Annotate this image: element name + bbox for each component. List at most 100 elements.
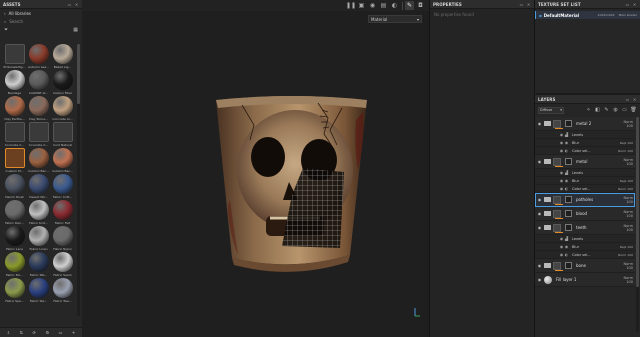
opacity-value[interactable]: 100 <box>626 124 633 128</box>
effect-blend[interactable]: Norm 100 <box>618 187 633 191</box>
mask-thumbnail[interactable] <box>565 224 572 231</box>
effect-row[interactable]: ◉ ◉ Blur Repl 100 <box>535 177 635 185</box>
channel-select[interactable]: Diffuse ▾ <box>538 106 564 114</box>
asset-item[interactable]: Fabric Spa... <box>3 278 26 304</box>
asset-item[interactable]: Fabric Felt <box>51 200 74 226</box>
visibility-eye-icon[interactable]: ◉ <box>537 121 542 126</box>
viewport[interactable]: ❚❚ ▣ ◉ ▤ ◐ ✎ ◘ Material ▾ <box>82 0 429 337</box>
mask-thumbnail[interactable] <box>565 158 572 165</box>
asset-item[interactable]: Fabric Nylon <box>51 226 74 252</box>
add-effect-icon[interactable]: ✧ <box>585 107 592 114</box>
close-icon[interactable]: ✕ <box>632 97 637 102</box>
layer-blend-opacity[interactable]: Norm 100 <box>623 224 633 232</box>
asset-item[interactable]: Fabric Twe... <box>51 278 74 304</box>
close-icon[interactable]: ✕ <box>74 2 79 7</box>
layer-blend-opacity[interactable]: Norm 100 <box>623 158 633 166</box>
folder-icon[interactable] <box>544 211 551 216</box>
visibility-eye-icon[interactable]: ◉ <box>537 211 542 216</box>
maximize-icon[interactable]: ▭ <box>519 2 524 7</box>
asset-item[interactable]: Fabric Tex... <box>27 278 50 304</box>
layers-scrollbar-thumb[interactable] <box>636 117 639 287</box>
asset-item[interactable]: Concrete C... <box>27 122 50 148</box>
asset-item[interactable]: Fabric Knit... <box>27 200 50 226</box>
effect-blend[interactable]: Norm 100 <box>618 253 633 257</box>
maximize-icon[interactable]: ▭ <box>625 97 630 102</box>
search-input[interactable]: ⌕ Search <box>4 18 78 25</box>
folder-icon[interactable] <box>544 197 551 202</box>
asset-item[interactable]: Custom Bac... <box>51 148 74 174</box>
mask-thumbnail[interactable] <box>565 210 572 217</box>
add-fill-layer-icon[interactable]: ◍ <box>612 107 619 114</box>
folder-layer-row[interactable]: ◉ metal 2 Norm 100 <box>535 117 635 131</box>
assets-scrollbar-thumb[interactable] <box>77 44 80 104</box>
effect-row[interactable]: ◉ ▟ Levels <box>535 169 635 177</box>
refresh-icon[interactable]: ⟳ <box>33 330 36 335</box>
effect-row[interactable]: ◉ ◉ Blur Repl 100 <box>535 139 635 147</box>
folder-icon[interactable] <box>544 159 551 164</box>
effect-blend[interactable]: Repl 100 <box>620 245 633 249</box>
asset-item[interactable]: Custom Bac... <box>27 148 50 174</box>
effect-row[interactable]: ◉ ▟ Levels <box>535 235 635 243</box>
effect-row[interactable]: ◉ ◉ Blur Repl 100 <box>535 243 635 251</box>
asset-item[interactable]: Fabric Lace <box>3 226 26 252</box>
effect-blend[interactable]: Repl 100 <box>620 141 633 145</box>
asset-item[interactable]: Fabric Seam <box>51 252 74 278</box>
folder-icon[interactable]: ▭ <box>59 330 63 335</box>
texture-set-resolution[interactable]: 1024x1024 <box>598 13 615 17</box>
asset-item[interactable]: Bandage <box>3 70 26 96</box>
opacity-value[interactable]: 100 <box>626 266 633 270</box>
asset-item[interactable]: Baked Lig... <box>51 44 74 70</box>
layer-blend-opacity[interactable]: Norm 100 <box>623 120 633 128</box>
visibility-eye-icon[interactable]: ◉ <box>537 277 542 282</box>
maximize-icon[interactable]: ▭ <box>67 2 72 7</box>
skull-bucket-model[interactable] <box>82 0 429 337</box>
mask-thumbnail[interactable] <box>565 262 572 269</box>
mask-thumbnail[interactable] <box>565 196 572 203</box>
asset-item[interactable]: Fabric Pol... <box>3 252 26 278</box>
asset-item[interactable]: Clay Earthe... <box>3 96 26 122</box>
effect-blend[interactable]: Repl 100 <box>620 179 633 183</box>
delete-layer-icon[interactable]: 🗑 <box>630 107 637 114</box>
asset-item[interactable]: Carbon Fiber <box>51 70 74 96</box>
effect-row[interactable]: ◉ ◐ Color sel... Norm 100 <box>535 185 635 193</box>
layers-scrollbar[interactable] <box>636 117 639 332</box>
effect-blend[interactable]: Norm 100 <box>618 149 633 153</box>
add-icon[interactable]: + <box>72 330 75 335</box>
asset-item[interactable]: CAGMRT st... <box>27 70 50 96</box>
effect-row[interactable]: ◉ ▟ Levels <box>535 131 635 139</box>
asset-item[interactable]: Desert Wil... <box>27 174 50 200</box>
asset-item[interactable]: Custom M... <box>3 148 26 174</box>
asset-item[interactable]: Denim Rivet <box>3 174 26 200</box>
maximize-icon[interactable]: ▭ <box>625 2 630 7</box>
folder-layer-row[interactable]: ◉ metal Norm 100 <box>535 155 635 169</box>
opacity-value[interactable]: 100 <box>626 214 633 218</box>
asset-item[interactable]: Fabric Linen <box>27 226 50 252</box>
layer-blend-opacity[interactable]: Norm 100 <box>623 210 633 218</box>
library-breadcrumb[interactable]: ‹ All libraries <box>0 9 82 18</box>
texture-set-shader[interactable]: Main shader <box>619 13 637 17</box>
assets-scrollbar[interactable] <box>77 44 80 316</box>
layer-blend-opacity[interactable]: Norm 100 <box>623 196 633 204</box>
asset-item[interactable]: Concrete C... <box>3 122 26 148</box>
opacity-value[interactable]: 100 <box>626 280 633 284</box>
effect-row[interactable]: ◉ ◐ Color sel... Norm 100 <box>535 147 635 155</box>
asset-item[interactable]: Fabric Den... <box>3 200 26 226</box>
checkbox-icon[interactable]: ▪ <box>539 13 542 18</box>
sort-icon[interactable]: ⇅ <box>20 330 23 335</box>
asset-item[interactable]: Fabric Cott... <box>51 174 74 200</box>
asset-item[interactable]: Cord Natural <box>51 122 74 148</box>
mask-thumbnail[interactable] <box>565 120 572 127</box>
visibility-eye-icon[interactable]: ◉ <box>537 197 542 202</box>
folder-layer-row[interactable]: ◉ bone Norm 100 <box>535 259 635 273</box>
chevron-left-icon[interactable]: ‹ <box>4 11 6 16</box>
folder-icon[interactable] <box>544 263 551 268</box>
add-folder-icon[interactable]: ▭ <box>621 107 628 114</box>
opacity-value[interactable]: 100 <box>626 200 633 204</box>
opacity-value[interactable]: 100 <box>626 162 633 166</box>
effect-row[interactable]: ◉ ◐ Color sel... Norm 100 <box>535 251 635 259</box>
asset-item[interactable]: Concrete Ai... <box>51 96 74 122</box>
close-icon[interactable]: ✕ <box>632 2 637 7</box>
asset-item[interactable]: Fabric Rib... <box>27 252 50 278</box>
folder-icon[interactable] <box>544 225 551 230</box>
asset-item[interactable]: Clay Stone... <box>27 96 50 122</box>
